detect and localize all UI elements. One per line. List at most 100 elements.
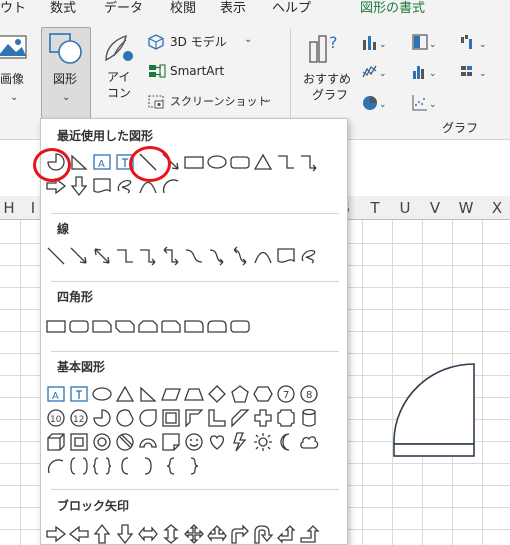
shape-can-icon[interactable] bbox=[298, 407, 320, 429]
shape-chord-icon[interactable] bbox=[114, 407, 136, 429]
shape-pie-icon[interactable] bbox=[91, 407, 113, 429]
shape-lrarrow-icon[interactable] bbox=[137, 523, 159, 544]
shape-tri-icon[interactable] bbox=[252, 151, 274, 173]
shape-scurve-icon[interactable] bbox=[183, 245, 205, 267]
line-chart-icon[interactable]: ⌄ bbox=[362, 63, 388, 85]
shape-trap-icon[interactable] bbox=[183, 383, 205, 405]
shape-darrow-icon[interactable] bbox=[114, 523, 136, 544]
screenshot-chevron-icon[interactable]: ⌄ bbox=[264, 94, 272, 105]
shape-rect-icon[interactable] bbox=[45, 315, 67, 337]
tab-page-layout[interactable]: ウト bbox=[0, 1, 26, 17]
shape-heart-icon[interactable] bbox=[206, 431, 228, 453]
shape-flowdoc-icon[interactable] bbox=[91, 175, 113, 197]
image-icon[interactable] bbox=[0, 32, 30, 68]
recommended-charts-label-2[interactable]: グラフ bbox=[312, 88, 348, 102]
shape-snip2-icon[interactable] bbox=[114, 315, 136, 337]
shape-textbox-icon[interactable]: A bbox=[45, 383, 67, 405]
shape-curve-icon[interactable] bbox=[252, 245, 274, 267]
combo-chart-icon[interactable]: ⌄ bbox=[460, 63, 488, 85]
shape-quadarrow-icon[interactable] bbox=[183, 523, 205, 544]
shape-lbracket-icon[interactable] bbox=[114, 455, 136, 477]
image-button-label[interactable]: 画像 bbox=[0, 72, 24, 86]
shape-curvedbl-icon[interactable] bbox=[229, 245, 251, 267]
shape-oct-icon[interactable]: 8 bbox=[298, 383, 320, 405]
column-header-u[interactable]: U bbox=[396, 196, 414, 220]
statistic-chart-icon[interactable]: ⌄ bbox=[412, 63, 438, 85]
shape-freeform-icon[interactable] bbox=[298, 245, 320, 267]
shape-cloud-icon[interactable] bbox=[298, 431, 320, 453]
shape-flowdoc-icon[interactable] bbox=[275, 245, 297, 267]
shape-vtextbox-icon[interactable] bbox=[68, 383, 90, 405]
shape-rrect-icon[interactable] bbox=[229, 151, 251, 173]
shape-freeform-icon[interactable] bbox=[114, 175, 136, 197]
shape-lupar-icon[interactable] bbox=[275, 523, 297, 544]
shape-dblbrace-icon[interactable] bbox=[91, 455, 113, 477]
column-header-v[interactable]: V bbox=[426, 196, 444, 220]
shape-cross-icon[interactable] bbox=[252, 407, 274, 429]
shape-smiley-icon[interactable] bbox=[183, 431, 205, 453]
shape-lshape-icon[interactable] bbox=[206, 407, 228, 429]
icons-icon[interactable] bbox=[100, 30, 136, 70]
pie-shape-on-sheet[interactable] bbox=[390, 362, 510, 462]
shape-rrect-icon[interactable] bbox=[68, 315, 90, 337]
shape-teardrop-icon[interactable] bbox=[137, 407, 159, 429]
shape-snipsame-icon[interactable] bbox=[137, 315, 159, 337]
pie-chart-icon[interactable]: ⌄ bbox=[362, 94, 388, 116]
shape-hex-icon[interactable] bbox=[252, 383, 274, 405]
shape-dblarrow-icon[interactable] bbox=[91, 245, 113, 267]
shape-larrow-icon[interactable] bbox=[68, 523, 90, 544]
shape-cube-icon[interactable] bbox=[45, 431, 67, 453]
tab-help[interactable]: ヘルプ bbox=[272, 1, 311, 17]
shape-curvearr-icon[interactable] bbox=[206, 245, 228, 267]
column-chart-icon[interactable]: ⌄ bbox=[362, 34, 388, 56]
column-header-t[interactable]: T bbox=[366, 196, 384, 220]
shape-elbowarrow-icon[interactable] bbox=[298, 151, 320, 173]
shape-rtri-icon[interactable] bbox=[137, 383, 159, 405]
tab-view[interactable]: 表示 bbox=[220, 1, 246, 17]
shape-lbrace-icon[interactable] bbox=[160, 455, 182, 477]
shape-elbow-icon[interactable] bbox=[275, 151, 297, 173]
shape-darrow-icon[interactable] bbox=[68, 175, 90, 197]
shape-oval-icon[interactable] bbox=[91, 383, 113, 405]
shape-dec-icon[interactable]: 10 bbox=[45, 407, 67, 429]
tab-formulas[interactable]: 数式 bbox=[50, 1, 76, 17]
shape-round1-icon[interactable] bbox=[183, 315, 205, 337]
3d-model-button[interactable]: 3D モデル bbox=[170, 35, 227, 49]
shape-rect-icon[interactable] bbox=[183, 151, 205, 173]
hierarchy-chart-icon[interactable]: ⌄ bbox=[412, 34, 438, 56]
shape-line-icon[interactable] bbox=[45, 245, 67, 267]
shape-udarrow-icon[interactable] bbox=[160, 523, 182, 544]
shape-rbrace-icon[interactable] bbox=[183, 455, 205, 477]
shape-rtri-icon[interactable] bbox=[68, 151, 90, 173]
shape-bolt-icon[interactable] bbox=[229, 431, 251, 453]
shape-rarrow-icon[interactable] bbox=[45, 523, 67, 544]
recommended-charts-label-1[interactable]: おすすめ bbox=[303, 72, 351, 86]
shape-halfframe-icon[interactable] bbox=[183, 407, 205, 429]
shape-donut-icon[interactable] bbox=[91, 431, 113, 453]
shape-elbowarrow-icon[interactable] bbox=[137, 245, 159, 267]
shape-dodec-icon[interactable]: 12 bbox=[68, 407, 90, 429]
shape-bentarr-icon[interactable] bbox=[229, 523, 251, 544]
shape-nosymbol-icon[interactable] bbox=[114, 431, 136, 453]
shape-uturn-icon[interactable] bbox=[252, 523, 274, 544]
recommended-charts-icon[interactable]: ? bbox=[306, 30, 344, 72]
column-header-w[interactable]: W bbox=[456, 196, 476, 220]
tab-shape-format[interactable]: 図形の書式 bbox=[360, 1, 425, 17]
shape-elbow-icon[interactable] bbox=[114, 245, 136, 267]
shape-arc-icon[interactable] bbox=[45, 455, 67, 477]
shape-pent-icon[interactable] bbox=[229, 383, 251, 405]
3d-model-chevron-icon[interactable]: ⌄ bbox=[244, 34, 252, 45]
icons-label-line1[interactable]: アイ bbox=[107, 70, 130, 84]
shape-foldcorner-icon[interactable] bbox=[160, 431, 182, 453]
shape-dblbracket-icon[interactable] bbox=[68, 455, 90, 477]
shape-blockarc-icon[interactable] bbox=[137, 431, 159, 453]
column-header-h[interactable]: H bbox=[0, 196, 18, 220]
shape-rrect-icon[interactable] bbox=[229, 315, 251, 337]
column-header-x[interactable]: X bbox=[488, 196, 506, 220]
waterfall-chart-icon[interactable]: ⌄ bbox=[460, 34, 488, 56]
shape-arc-icon[interactable] bbox=[160, 175, 182, 197]
shape-diagstripe-icon[interactable] bbox=[229, 407, 251, 429]
shape-ellipse-icon[interactable] bbox=[206, 151, 228, 173]
shape-round2-icon[interactable] bbox=[206, 315, 228, 337]
shape-para-icon[interactable] bbox=[160, 383, 182, 405]
